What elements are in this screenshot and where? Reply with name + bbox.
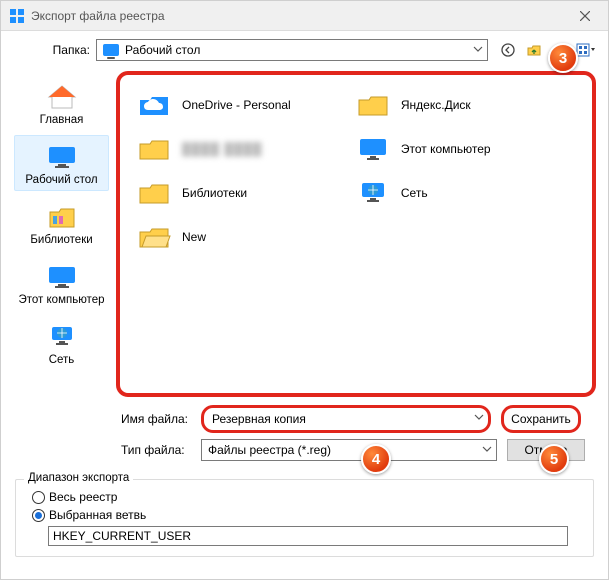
form-area: Имя файла: Резервная копия Сохранить Тип… — [1, 399, 608, 473]
list-item[interactable]: Яндекс.Диск — [347, 83, 566, 127]
item-label: New — [182, 230, 206, 244]
callout-5: 5 — [539, 444, 569, 474]
chevron-down-icon — [473, 43, 483, 57]
filename-label: Имя файла: — [121, 412, 201, 426]
folder-open-icon — [136, 219, 172, 255]
list-item[interactable]: Сеть — [347, 171, 566, 215]
item-label: Библиотеки — [182, 186, 247, 200]
titlebar: Экспорт файла реестра — [1, 1, 608, 31]
toolbar-icons — [498, 40, 596, 60]
list-item[interactable]: New — [128, 215, 347, 259]
sidebar-item-libraries[interactable]: Библиотеки — [14, 195, 109, 251]
sidebar: Главная Рабочий стол Библиотеки Этот ком… — [9, 69, 114, 399]
radio-all-registry[interactable]: Весь реестр — [32, 490, 583, 504]
network-icon — [44, 322, 80, 352]
radio-all-label: Весь реестр — [49, 490, 117, 504]
desktop-icon — [44, 142, 80, 172]
sidebar-item-label: Главная — [40, 114, 84, 126]
filename-value: Резервная копия — [212, 412, 306, 426]
app-icon — [9, 8, 25, 24]
desktop-icon — [103, 44, 119, 56]
callout-3: 3 — [548, 43, 578, 73]
list-item[interactable]: ████ ████ — [128, 127, 347, 171]
filetype-label: Тип файла: — [121, 443, 201, 457]
item-label: Яндекс.Диск — [401, 98, 471, 112]
onedrive-icon — [136, 87, 172, 123]
radio-branch-label: Выбранная ветвь — [49, 508, 146, 522]
sidebar-item-home[interactable]: Главная — [14, 75, 109, 131]
branch-value: HKEY_CURRENT_USER — [53, 529, 191, 543]
filename-input[interactable]: Резервная копия — [201, 405, 491, 433]
sidebar-item-label: Этот компьютер — [19, 294, 105, 306]
sidebar-item-label: Рабочий стол — [25, 174, 97, 186]
item-label: Этот компьютер — [401, 142, 491, 156]
folder-select-value: Рабочий стол — [125, 43, 200, 57]
sidebar-item-network[interactable]: Сеть — [14, 315, 109, 371]
body-area: Главная Рабочий стол Библиотеки Этот ком… — [1, 69, 608, 399]
up-folder-icon[interactable] — [524, 40, 544, 60]
list-item[interactable]: OneDrive - Personal — [128, 83, 347, 127]
sidebar-item-label: Сеть — [49, 354, 75, 366]
folder-icon — [136, 131, 172, 167]
save-button[interactable]: Сохранить — [501, 405, 581, 433]
close-button[interactable] — [570, 1, 600, 31]
chevron-down-icon — [474, 411, 484, 425]
network-icon — [355, 175, 391, 211]
sidebar-item-desktop[interactable]: Рабочий стол — [14, 135, 109, 191]
filetype-select[interactable]: Файлы реестра (*.reg) — [201, 439, 497, 461]
sidebar-item-label: Библиотеки — [30, 234, 92, 246]
folder-select[interactable]: Рабочий стол — [96, 39, 488, 61]
list-item[interactable]: Библиотеки — [128, 171, 347, 215]
export-range-legend: Диапазон экспорта — [24, 472, 133, 484]
callout-4: 4 — [361, 444, 391, 474]
folder-row: Папка: Рабочий стол — [1, 31, 608, 69]
libraries-icon — [44, 202, 80, 232]
list-item[interactable]: Этот компьютер — [347, 127, 566, 171]
branch-input[interactable]: HKEY_CURRENT_USER — [48, 526, 568, 546]
monitor-icon — [355, 131, 391, 167]
folder-icon — [136, 175, 172, 211]
window-title: Экспорт файла реестра — [31, 9, 570, 23]
file-listing[interactable]: OneDrive - Personal Яндекс.Диск ████ ███… — [116, 71, 596, 397]
sidebar-item-thispc[interactable]: Этот компьютер — [14, 255, 109, 311]
item-label: ████ ████ — [182, 142, 262, 156]
radio-icon — [32, 509, 45, 522]
export-range-group: Диапазон экспорта Весь реестр Выбранная … — [15, 479, 594, 557]
filetype-value: Файлы реестра (*.reg) — [208, 443, 331, 457]
folder-icon — [355, 87, 391, 123]
radio-selected-branch[interactable]: Выбранная ветвь — [32, 508, 583, 522]
folder-label: Папка: — [41, 43, 96, 57]
home-icon — [44, 82, 80, 112]
save-button-label: Сохранить — [511, 412, 571, 426]
radio-icon — [32, 491, 45, 504]
chevron-down-icon — [482, 443, 492, 457]
monitor-icon — [44, 262, 80, 292]
back-icon[interactable] — [498, 40, 518, 60]
views-icon[interactable] — [576, 40, 596, 60]
item-label: OneDrive - Personal — [182, 98, 291, 112]
item-label: Сеть — [401, 186, 428, 200]
